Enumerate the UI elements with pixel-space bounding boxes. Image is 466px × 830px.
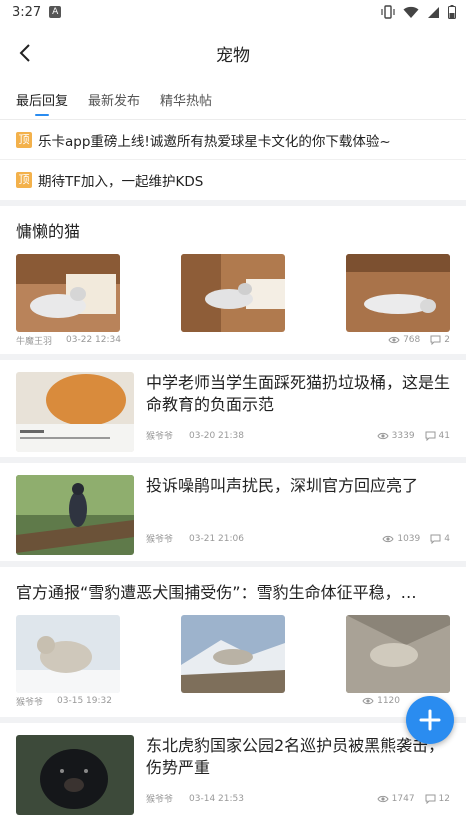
view-count: 1120 (377, 696, 400, 706)
post-image[interactable] (16, 475, 134, 555)
tab-last-reply[interactable]: 最后回复 (16, 82, 68, 120)
plus-icon (419, 709, 441, 731)
view-count: 3339 (391, 430, 415, 441)
title-bar: 宠物 (0, 24, 466, 82)
post-time: 03-22 12:34 (66, 335, 121, 345)
post-item[interactable]: 官方通报“雪豹遭恶犬围捕受伤”：雪豹生命体征平稳，… 猴爷爷 03-15 19:… (0, 567, 466, 723)
post-meta: 猴爷爷 03-14 21:53 1747 12 (146, 792, 450, 815)
page-title: 宠物 (216, 45, 250, 66)
eye-icon (388, 336, 400, 344)
post-image[interactable] (346, 615, 450, 693)
pinned-post-title: 期待TF加入，一起维护KDS (38, 174, 204, 190)
post-image[interactable] (181, 615, 285, 693)
pinned-post-title: 乐卡app重磅上线!诚邀所有热爱球星卡文化的你下载体验~ (38, 133, 391, 150)
pinned-post[interactable]: 顶 期待TF加入，一起维护KDS (0, 160, 466, 200)
post-meta: 牛魔王羽 03-22 12:34 768 2 (0, 332, 466, 354)
notification-icon: A (49, 6, 62, 18)
pinned-post[interactable]: 顶 乐卡app重磅上线!诚邀所有热爱球星卡文化的你下载体验~ (0, 120, 466, 160)
view-count: 768 (403, 335, 421, 345)
post-author[interactable]: 猴爷爷 (146, 792, 173, 805)
post-item[interactable]: 投诉噪鹃叫声扰民，深圳官方回应亮了 猴爷爷 03-21 21:06 1039 4 (0, 463, 466, 567)
signal-icon (428, 6, 439, 18)
comment-count: 12 (438, 793, 450, 804)
comment-count: 41 (438, 430, 450, 441)
view-count: 1039 (397, 533, 421, 544)
eye-icon (362, 697, 374, 705)
eye-icon (382, 535, 394, 542)
post-title: 东北虎豹国家公园2名巡护员被黑熊袭击，伤势严重 (146, 736, 445, 777)
comment-icon (430, 335, 441, 345)
post-author[interactable]: 牛魔王羽 (16, 334, 52, 347)
post-images (0, 603, 466, 693)
comment-count: 4 (444, 533, 450, 544)
pin-badge: 顶 (16, 172, 32, 188)
post-item[interactable]: 东北虎豹国家公园2名巡护员被黑熊袭击，伤势严重 猴爷爷 03-14 21:53 … (0, 723, 466, 815)
post-image[interactable] (16, 615, 120, 693)
post-author[interactable]: 猴爷爷 (146, 429, 173, 442)
post-title: 中学老师当学生面踩死猫扔垃圾桶，这是生命教育的负面示范 (146, 373, 451, 414)
post-image[interactable] (346, 254, 450, 332)
tab-featured[interactable]: 精华热帖 (160, 82, 212, 120)
post-image[interactable] (16, 735, 134, 815)
new-post-button[interactable] (406, 696, 454, 744)
post-time: 03-20 21:38 (189, 430, 244, 441)
eye-icon (377, 432, 389, 439)
post-meta: 猴爷爷 03-15 19:32 1120 (0, 693, 466, 715)
post-image[interactable] (181, 254, 285, 332)
post-image[interactable] (16, 372, 134, 452)
post-title: 官方通报“雪豹遭恶犬围捕受伤”：雪豹生命体征平稳，… (16, 583, 417, 602)
status-time: 3:27 (12, 4, 42, 20)
comment-icon (425, 431, 436, 441)
view-count: 1747 (391, 793, 415, 804)
post-meta: 猴爷爷 03-20 21:38 3339 41 (146, 429, 450, 452)
pin-badge: 顶 (16, 131, 32, 148)
comment-count: 2 (444, 335, 450, 345)
post-images (0, 242, 466, 332)
post-image[interactable] (16, 254, 120, 332)
post-author[interactable]: 猴爷爷 (16, 695, 43, 708)
post-title: 投诉噪鹃叫声扰民，深圳官方回应亮了 (146, 476, 419, 495)
wifi-icon (403, 6, 419, 18)
post-title: 慵懒的猫 (16, 222, 81, 241)
eye-icon (377, 795, 389, 802)
post-author[interactable]: 猴爷爷 (146, 532, 173, 545)
post-time: 03-14 21:53 (189, 793, 244, 804)
chevron-left-icon (19, 44, 30, 62)
post-time: 03-15 19:32 (57, 696, 112, 706)
comment-icon (430, 534, 441, 544)
tab-bar: 最后回复 最新发布 精华热帖 (0, 82, 466, 120)
vibrate-icon (381, 5, 395, 19)
post-item[interactable]: 慵懒的猫 牛魔王羽 03-22 12:34 768 2 (0, 206, 466, 360)
tab-newest[interactable]: 最新发布 (88, 82, 140, 120)
post-time: 03-21 21:06 (189, 533, 244, 544)
post-meta: 猴爷爷 03-21 21:06 1039 4 (146, 532, 450, 555)
back-button[interactable] (10, 38, 40, 68)
battery-icon (448, 5, 456, 19)
comment-icon (425, 794, 436, 804)
post-item[interactable]: 中学老师当学生面踩死猫扔垃圾桶，这是生命教育的负面示范 猴爷爷 03-20 21… (0, 360, 466, 463)
status-bar: 3:27 A (0, 0, 466, 24)
